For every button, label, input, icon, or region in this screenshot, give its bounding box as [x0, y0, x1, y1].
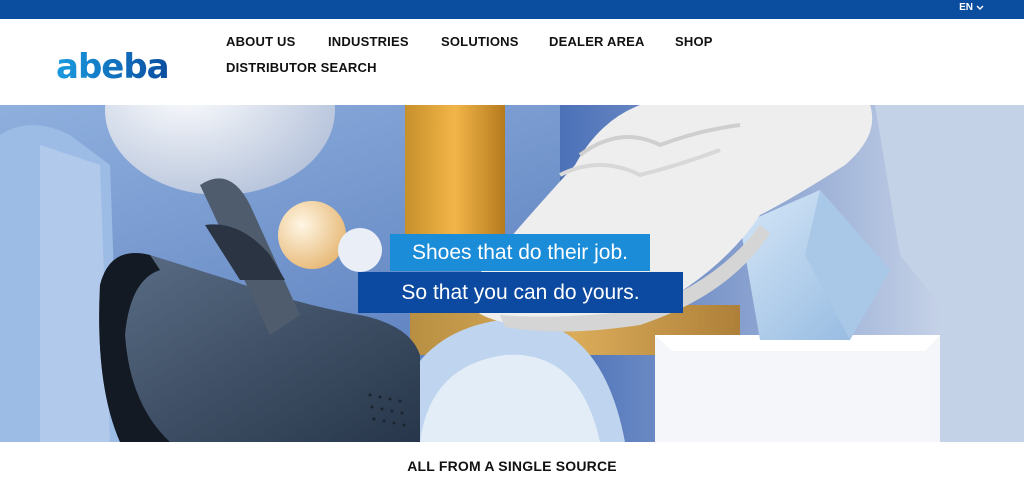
abeba-logo-icon: abeba	[56, 49, 170, 83]
nav-dealer-area[interactable]: DEALER AREA	[549, 34, 645, 49]
chevron-down-icon	[976, 5, 984, 10]
top-bar: EN	[0, 0, 1024, 19]
nav-solutions[interactable]: SOLUTIONS	[441, 34, 519, 49]
logo-text: abeba	[56, 49, 169, 83]
language-selector[interactable]: EN	[959, 2, 984, 13]
nav-shop[interactable]: SHOP	[675, 34, 713, 49]
hero-subheadline: So that you can do yours.	[358, 272, 683, 313]
nav-distributor-search[interactable]: DISTRIBUTOR SEARCH	[226, 60, 377, 75]
hero-banner: Shoes that do their job. So that you can…	[0, 105, 1024, 442]
site-header: abeba ABOUT US INDUSTRIES SOLUTIONS DEAL…	[0, 19, 1024, 105]
nav-industries[interactable]: INDUSTRIES	[328, 34, 409, 49]
hero-headline: Shoes that do their job.	[390, 234, 650, 271]
language-label: EN	[959, 2, 973, 13]
section-title: ALL FROM A SINGLE SOURCE	[407, 458, 617, 474]
nav-about-us[interactable]: ABOUT US	[226, 34, 296, 49]
brand-logo[interactable]: abeba	[56, 49, 176, 83]
